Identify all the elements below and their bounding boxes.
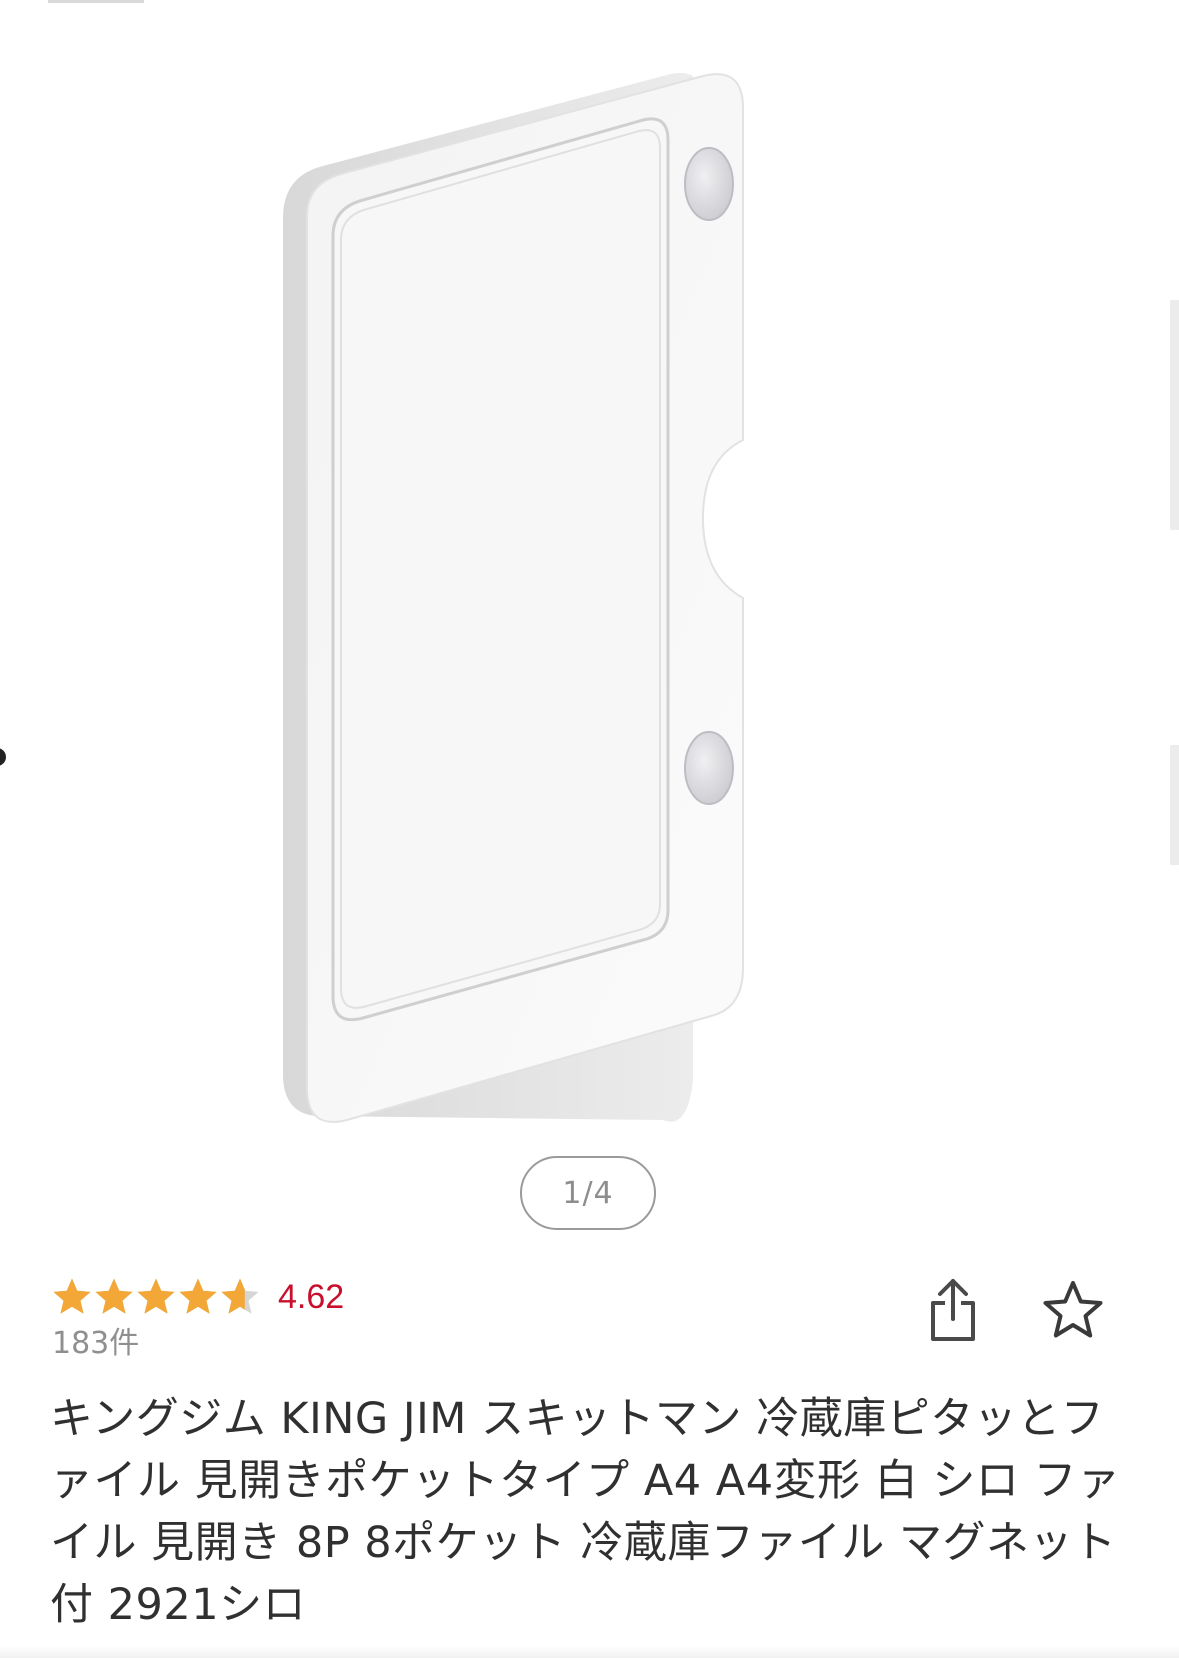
previous-image-peek	[0, 748, 6, 766]
star-outline-icon	[1043, 1281, 1103, 1338]
star-rating	[52, 1277, 262, 1317]
magnet-bottom-icon	[684, 731, 734, 805]
rating-star-icon	[179, 1278, 217, 1314]
rating-value: 4.62	[278, 1277, 345, 1316]
rating-star-icon	[53, 1278, 91, 1314]
bottom-edge-shade	[0, 1646, 1179, 1658]
next-image-peek-bottom	[1170, 745, 1179, 865]
product-image-gallery[interactable]: 1/4	[0, 0, 1179, 1230]
file-pocket-outline	[331, 117, 670, 1022]
product-title: キングジム KING JIM スキットマン 冷蔵庫ピタッとファイル 見開きポケッ…	[50, 1394, 1121, 1630]
magnet-top-icon	[684, 147, 734, 221]
share-button[interactable]	[918, 1274, 988, 1346]
review-count[interactable]: 183件	[52, 1324, 139, 1364]
rating-row[interactable]: 4.62	[52, 1272, 344, 1322]
favorite-button[interactable]	[1036, 1274, 1110, 1346]
product-image[interactable]	[283, 68, 803, 1126]
rating-star-icon	[95, 1278, 133, 1314]
rating-star-icon	[221, 1278, 259, 1314]
next-image-peek-top	[1170, 300, 1179, 530]
share-icon	[931, 1279, 975, 1341]
product-detail-page: 1/4 4.62 183件 キングジム KING JIM スキットマン 冷蔵庫ピ…	[0, 0, 1179, 1658]
rating-star-icon	[137, 1278, 175, 1314]
image-pager-indicator: 1/4	[520, 1156, 656, 1230]
